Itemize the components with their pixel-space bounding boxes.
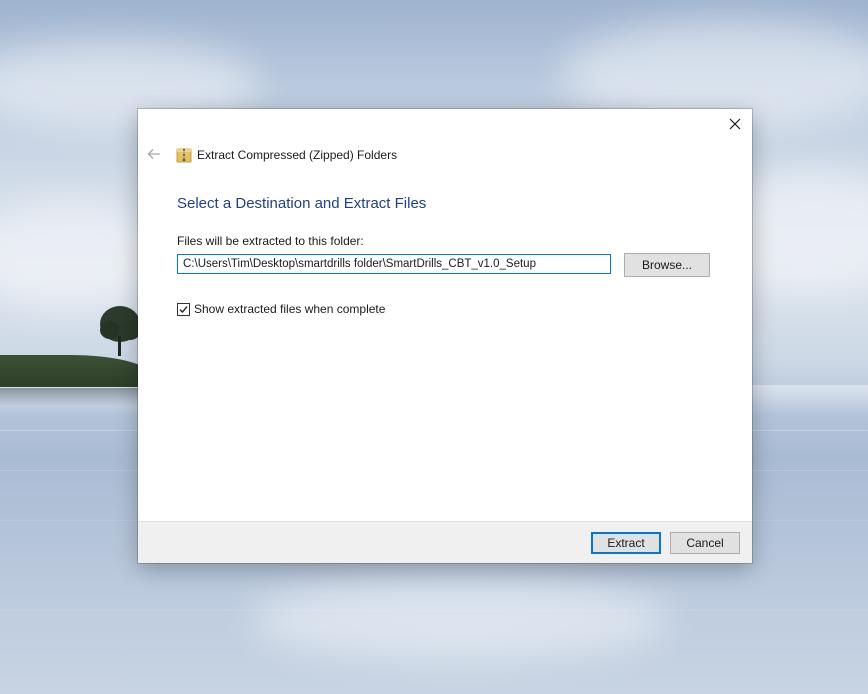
zip-folder-icon <box>176 148 192 163</box>
browse-button[interactable]: Browse... <box>624 253 710 277</box>
checkmark-icon <box>179 305 188 313</box>
back-button[interactable] <box>144 145 164 163</box>
close-button[interactable] <box>718 109 752 139</box>
window-title: Extract Compressed (Zipped) Folders <box>197 148 398 162</box>
island <box>0 355 150 387</box>
extract-button[interactable]: Extract <box>591 532 661 554</box>
cancel-button[interactable]: Cancel <box>670 532 740 554</box>
cloud <box>250 580 670 660</box>
back-arrow-icon <box>147 149 160 159</box>
page-heading: Select a Destination and Extract Files <box>177 195 427 212</box>
island-reflection <box>0 388 150 406</box>
destination-label: Files will be extracted to this folder: <box>177 234 364 248</box>
title-bar: Extract Compressed (Zipped) Folders <box>176 146 397 164</box>
show-files-checkbox[interactable] <box>177 302 190 316</box>
water-ripple <box>0 610 868 611</box>
show-files-label[interactable]: Show extracted files when complete <box>194 302 385 316</box>
show-files-option[interactable]: Show extracted files when complete <box>177 301 385 317</box>
tree-icon <box>100 306 141 356</box>
close-icon <box>729 118 741 130</box>
extract-dialog: Extract Compressed (Zipped) Folders Sele… <box>138 109 752 563</box>
destination-path-input[interactable] <box>177 254 611 274</box>
dialog-footer: Extract Cancel <box>138 521 752 563</box>
